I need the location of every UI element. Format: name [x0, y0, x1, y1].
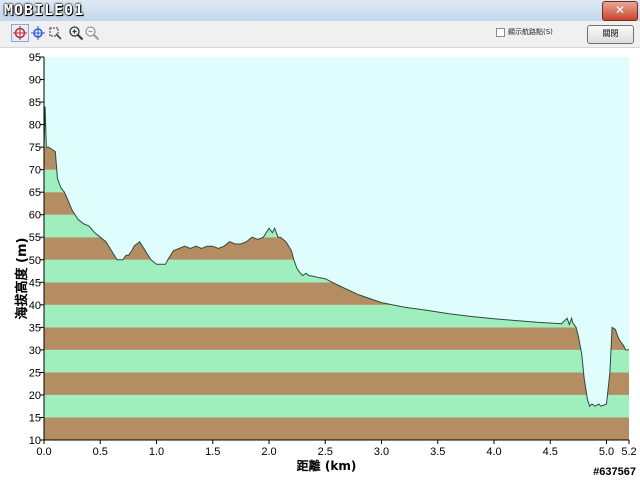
elevation-profile-chart: 1015202530354045505560657075808590950.0 0…	[14, 52, 637, 473]
y-tick-label: 60	[29, 210, 41, 222]
y-tick-label: 95	[29, 52, 41, 64]
y-tick-label: 90	[29, 75, 41, 87]
elevation-band	[44, 394, 629, 418]
window-close-button[interactable]: ✕	[602, 1, 638, 21]
y-tick-label: 65	[29, 187, 41, 199]
y-tick-label: 45	[29, 277, 41, 289]
elevation-band	[44, 417, 629, 440]
y-tick-label: 70	[29, 165, 41, 177]
x-tick-label: 1.0	[149, 446, 164, 458]
y-tick-label: 35	[29, 322, 41, 334]
x-tick-label: 4.0	[486, 446, 501, 458]
x-tick-label: 5.2	[621, 446, 636, 458]
toolbar: 顯示航路點(S) 關閉	[0, 21, 640, 48]
waypoints-toggle[interactable]: 顯示航路點(S)	[496, 27, 553, 41]
zoom-out-icon[interactable]	[84, 25, 100, 41]
lasso-zoom-icon[interactable]	[47, 25, 63, 41]
zoom-in-icon[interactable]	[68, 25, 84, 41]
x-tick-label: 3.5	[430, 446, 445, 458]
window-titlebar: MOBILE01 ✕	[0, 0, 640, 22]
y-tick-label: 50	[29, 255, 41, 267]
x-tick-label: 1.5	[205, 446, 220, 458]
elevation-band	[44, 372, 629, 395]
y-tick-label: 80	[29, 120, 41, 132]
x-tick-label: 0.5	[93, 446, 108, 458]
y-tick-label: 30	[29, 345, 41, 357]
y-tick-label: 20	[29, 390, 41, 402]
x-tick-label: 3.0	[374, 446, 389, 458]
elevation-band	[44, 327, 629, 350]
x-tick-label: 0.0	[36, 446, 51, 458]
y-tick-label: 40	[29, 300, 41, 312]
watermark: #637567	[593, 466, 636, 478]
brand-logo: MOBILE01	[4, 1, 85, 19]
close-button[interactable]: 關閉	[587, 25, 634, 44]
crosshair-select-icon[interactable]	[11, 24, 29, 42]
x-tick-label: 2.5	[318, 446, 333, 458]
y-tick-label: 25	[29, 367, 41, 379]
y-tick-label: 15	[29, 412, 41, 424]
y-tick-label: 85	[29, 97, 41, 109]
waypoints-checkbox[interactable]	[496, 27, 505, 37]
x-tick-label: 5.0	[599, 446, 614, 458]
crosshair-icon[interactable]	[30, 25, 46, 41]
x-tick-label: 4.5	[543, 446, 558, 458]
waypoints-checkbox-label: 顯示航路點(S)	[508, 28, 553, 36]
x-tick-label: 2.0	[261, 446, 276, 458]
y-tick-label: 55	[29, 232, 41, 244]
elevation-band	[44, 349, 629, 373]
x-axis-title: 距離 (km)	[297, 458, 357, 473]
y-axis-title: 海拔高度 (m)	[14, 238, 30, 320]
elevation-chart-panel: 10 15 20 25 30 35 40 45 50 55 60 65 70 75 80 85 90 95 0.0 0…	[0, 48, 640, 480]
y-tick-label: 75	[29, 142, 41, 154]
